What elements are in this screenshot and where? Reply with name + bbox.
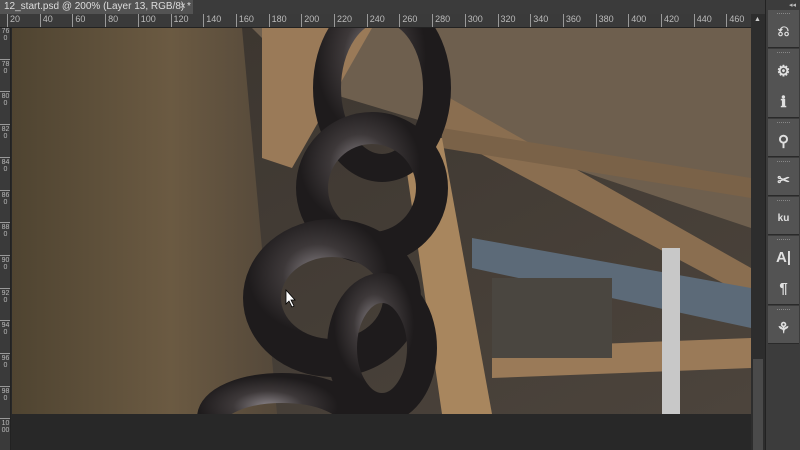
- properties-icon[interactable]: ⚙: [768, 55, 799, 86]
- ruler-label: 860: [0, 189, 10, 206]
- ruler-label: 60: [72, 14, 85, 27]
- ruler-label: 800: [0, 91, 10, 108]
- ruler-label: 220: [334, 14, 352, 27]
- ruler-label: 80: [105, 14, 118, 27]
- kuler-icon[interactable]: ku: [768, 203, 799, 234]
- ruler-label: 300: [464, 14, 483, 27]
- expand-panels-icon[interactable]: ◂◂: [789, 1, 796, 9]
- ruler-label: 1000: [0, 418, 10, 435]
- character-icon[interactable]: A|: [768, 242, 799, 273]
- ruler-label: 120: [170, 14, 189, 27]
- ruler-label: 140: [203, 14, 221, 27]
- ruler-label: 100: [137, 14, 156, 27]
- ruler-label: 460: [726, 14, 744, 27]
- ruler-label: 760: [1, 28, 10, 42]
- ruler-label: 400: [628, 14, 646, 27]
- ruler-label: 280: [432, 14, 450, 27]
- panel-group: ⚘: [768, 306, 799, 344]
- chain-photo: [12, 28, 751, 414]
- ruler-label: 780: [0, 58, 10, 75]
- ruler-label: 980: [0, 385, 10, 402]
- document-tab[interactable]: 12_start.psd @ 200% (Layer 13, RGB/8) * …: [0, 0, 193, 14]
- tool-presets-icon[interactable]: ✂: [768, 164, 799, 195]
- ruler-label: 260: [399, 14, 417, 27]
- brush-presets-icon[interactable]: ⚲: [768, 125, 799, 156]
- vertical-ruler[interactable]: 760 780 800 820 840 860 880 900 920 940 960 980 1000: [0, 28, 11, 450]
- paragraph-icon[interactable]: ¶: [768, 273, 799, 304]
- panel-group: ⎌: [768, 10, 799, 48]
- ruler-label: 920: [0, 287, 10, 304]
- ruler-label: 180: [268, 14, 287, 27]
- info-icon[interactable]: ℹ: [768, 86, 799, 117]
- ruler-label: 940: [0, 320, 10, 337]
- vertical-scrollbar[interactable]: ▲: [751, 14, 765, 450]
- history-icon[interactable]: ⎌: [768, 16, 799, 47]
- horizontal-ruler[interactable]: 20 40 60 80 100 120 140 160 180 200 220 240 260 280 30…: [0, 14, 751, 28]
- panel-group: A| ¶: [768, 236, 799, 305]
- ruler-label: 380: [595, 14, 614, 27]
- ruler-label: 820: [0, 124, 10, 141]
- ruler-label: 420: [661, 14, 679, 27]
- ruler-label: 440: [693, 14, 712, 27]
- clone-source-icon[interactable]: ⚘: [768, 312, 799, 343]
- scrollbar-thumb[interactable]: [753, 359, 763, 450]
- ruler-label: 900: [0, 254, 10, 271]
- ruler-label: 840: [0, 156, 10, 173]
- ruler-label: 340: [530, 14, 548, 27]
- ruler-label: 240: [366, 14, 385, 27]
- ruler-label: 200: [301, 14, 319, 27]
- collapsed-panels-dock: ◂◂ ⎌ ⚙ ℹ ⚲ ✂ ku A| ¶ ⚘: [765, 0, 800, 450]
- ruler-label: 20: [7, 14, 20, 27]
- panel-group: ✂: [768, 158, 799, 196]
- panel-group: ⚲: [768, 119, 799, 157]
- panel-group: ⚙ ℹ: [768, 49, 799, 118]
- ruler-label: 960: [0, 353, 10, 369]
- ruler-label: 360: [562, 14, 581, 27]
- ruler-label: 160: [235, 14, 254, 27]
- ruler-label: 880: [0, 222, 10, 239]
- canvas-image[interactable]: [12, 28, 751, 414]
- panel-group: ku: [768, 197, 799, 235]
- document-tab-title: 12_start.psd @ 200% (Layer 13, RGB/8) *: [4, 1, 191, 12]
- close-icon[interactable]: ×: [180, 0, 186, 14]
- document-tab-bar: 12_start.psd @ 200% (Layer 13, RGB/8) * …: [0, 0, 765, 14]
- scroll-up-icon[interactable]: ▲: [754, 16, 761, 23]
- ruler-label: 320: [497, 14, 516, 27]
- ruler-label: 40: [39, 14, 53, 27]
